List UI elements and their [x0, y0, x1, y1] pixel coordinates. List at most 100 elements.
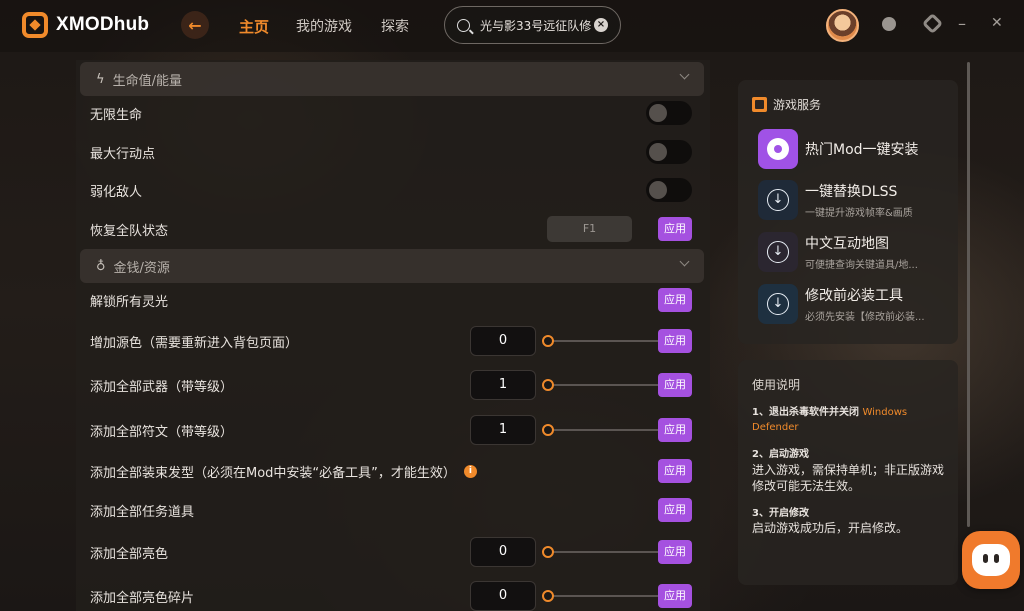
usage-instructions-card: 使用说明 1、退出杀毒软件并关闭 Windows Defender 2、启动游戏… — [738, 360, 958, 585]
number-input[interactable]: 0 — [470, 537, 536, 567]
nav-my-games[interactable]: 我的游戏 — [296, 16, 352, 36]
slider-handle[interactable] — [542, 424, 554, 436]
search-icon — [457, 18, 470, 32]
option-row: 无限生命 — [90, 98, 696, 128]
option-row: 添加全部亮色 0 应用 — [90, 537, 696, 567]
apply-button[interactable]: 应用 — [658, 373, 692, 397]
option-row: 弱化敌人 — [90, 175, 696, 205]
slider-handle[interactable] — [542, 546, 554, 558]
step-1: 1、退出杀毒软件并关闭 Windows Defender — [752, 405, 952, 435]
step-3-body: 启动游戏成功后，开启修改。 — [752, 521, 909, 535]
hotkey-field[interactable]: F1 — [547, 216, 632, 242]
service-subtitle: 一键提升游戏帧率&画质 — [805, 208, 913, 219]
service-name: 中文互动地图 — [805, 236, 889, 252]
step-1-head: 1、退出杀毒软件并关闭 — [752, 407, 859, 418]
scrollbar[interactable] — [967, 62, 970, 527]
usage-title: 使用说明 — [752, 378, 801, 392]
slider-handle[interactable] — [542, 590, 554, 602]
slider-handle[interactable] — [542, 335, 554, 347]
section-header-health-energy[interactable]: ϟ 生命值/能量 — [80, 62, 704, 96]
value-slider[interactable] — [542, 424, 660, 436]
info-icon[interactable]: i — [463, 464, 477, 478]
app-logo[interactable]: XMODhub — [22, 12, 149, 38]
service-name: 一键替换DLSS — [805, 184, 898, 200]
apply-button[interactable]: 应用 — [658, 217, 692, 241]
money-bag-icon: ♁ — [96, 258, 106, 274]
apply-button[interactable]: 应用 — [658, 329, 692, 353]
avatar[interactable] — [826, 9, 859, 42]
service-name: 热门Mod一键安装 — [805, 142, 919, 158]
download-icon: ↓ — [758, 180, 798, 220]
service-item-hot-mod-install[interactable]: 热门Mod一键安装 — [758, 129, 919, 169]
download-icon: ↓ — [758, 232, 798, 272]
option-row: 添加全部任务道具 应用 — [90, 495, 696, 525]
step-2-body: 进入游戏，需保持单机；非正版游戏修改可能无法生效。 — [752, 463, 945, 493]
option-row: 增加源色（需要重新进入背包页面） 0 应用 — [90, 326, 696, 356]
service-item-map[interactable]: ↓ 中文互动地图 可便捷查询关键道具/地... — [758, 232, 930, 272]
nav-explore[interactable]: 探索 — [381, 16, 409, 36]
option-label: 添加全部亮色碎片 — [90, 590, 195, 606]
mascot-face-icon — [972, 544, 1010, 576]
option-row: 恢复全队状态 F1 应用 — [90, 214, 696, 244]
apply-button[interactable]: 应用 — [658, 584, 692, 608]
services-header: 游戏服务 — [752, 96, 821, 113]
box-icon — [752, 97, 767, 112]
section-header-money-resources[interactable]: ♁ 金钱/资源 — [80, 249, 704, 283]
section-title: 生命值/能量 — [112, 73, 182, 89]
arrow-left-icon: ← — [188, 15, 202, 35]
value-slider[interactable] — [542, 590, 660, 602]
step-2-head: 2、启动游戏 — [752, 449, 809, 460]
option-label: 添加全部符文（带等级） — [90, 424, 234, 440]
number-input[interactable]: 0 — [470, 581, 536, 611]
lightning-icon: ϟ — [96, 71, 105, 87]
apply-button[interactable]: 应用 — [658, 540, 692, 564]
option-label: 增加源色（需要重新进入背包页面） — [90, 335, 299, 351]
option-label: 恢复全队状态 — [90, 223, 169, 239]
apply-button[interactable]: 应用 — [658, 288, 692, 312]
chevron-down-icon — [679, 256, 690, 267]
mod-options-panel: ϟ 生命值/能量 无限生命 最大行动点 弱化敌人 恢复全队状态 F1 应用 ♁ … — [76, 60, 710, 611]
value-slider[interactable] — [542, 379, 660, 391]
nav-home[interactable]: 主页 — [239, 16, 269, 37]
notification-icon[interactable] — [882, 17, 896, 31]
option-label: 弱化敌人 — [90, 184, 143, 200]
search-input[interactable]: 光与影33号远征队修 × — [444, 6, 621, 44]
service-subtitle: 可便捷查询关键道具/地... — [805, 260, 918, 271]
apply-button[interactable]: 应用 — [658, 459, 692, 483]
toggle-switch[interactable] — [646, 101, 692, 125]
assistant-mascot-button[interactable] — [962, 531, 1020, 589]
number-input[interactable]: 1 — [470, 415, 536, 445]
option-label: 添加全部任务道具 — [90, 504, 195, 520]
option-row: 添加全部武器（带等级） 1 应用 — [90, 370, 696, 400]
number-input[interactable]: 1 — [470, 370, 536, 400]
service-item-required-tools[interactable]: ↓ 修改前必装工具 必须先安装【修改前必装... — [758, 284, 930, 324]
service-subtitle: 必须先安装【修改前必装... — [805, 312, 925, 323]
logo-icon — [22, 12, 48, 38]
section-title: 金钱/资源 — [113, 260, 170, 276]
services-title: 游戏服务 — [773, 98, 822, 112]
back-button[interactable]: ← — [181, 11, 209, 39]
value-slider[interactable] — [542, 335, 660, 347]
number-input[interactable]: 0 — [470, 326, 536, 356]
close-icon[interactable]: ✕ — [991, 15, 1003, 31]
option-label: 添加全部亮色 — [90, 546, 169, 562]
value-slider[interactable] — [542, 546, 660, 558]
slider-handle[interactable] — [542, 379, 554, 391]
minimize-icon[interactable]: – — [958, 14, 966, 33]
step-3-head: 3、开启修改 — [752, 508, 809, 519]
settings-icon[interactable] — [921, 12, 944, 35]
apply-button[interactable]: 应用 — [658, 498, 692, 522]
option-label: 添加全部装束发型（必须在Mod中安装“必备工具”，才能生效） — [90, 465, 456, 481]
title-bar: XMODhub ← 主页 我的游戏 探索 光与影33号远征队修 × – ✕ — [0, 0, 1024, 52]
toggle-switch[interactable] — [646, 178, 692, 202]
option-row: 添加全部装束发型（必须在Mod中安装“必备工具”，才能生效） i 应用 — [90, 456, 696, 486]
option-label: 解锁所有灵光 — [90, 294, 169, 310]
option-row: 解锁所有灵光 应用 — [90, 285, 696, 315]
clear-search-icon[interactable]: × — [594, 18, 608, 32]
toggle-switch[interactable] — [646, 140, 692, 164]
service-item-dlss[interactable]: ↓ 一键替换DLSS 一键提升游戏帧率&画质 — [758, 180, 930, 220]
app-name: XMODhub — [56, 14, 150, 35]
apply-button[interactable]: 应用 — [658, 418, 692, 442]
option-row: 添加全部符文（带等级） 1 应用 — [90, 415, 696, 445]
option-label: 无限生命 — [90, 107, 143, 123]
